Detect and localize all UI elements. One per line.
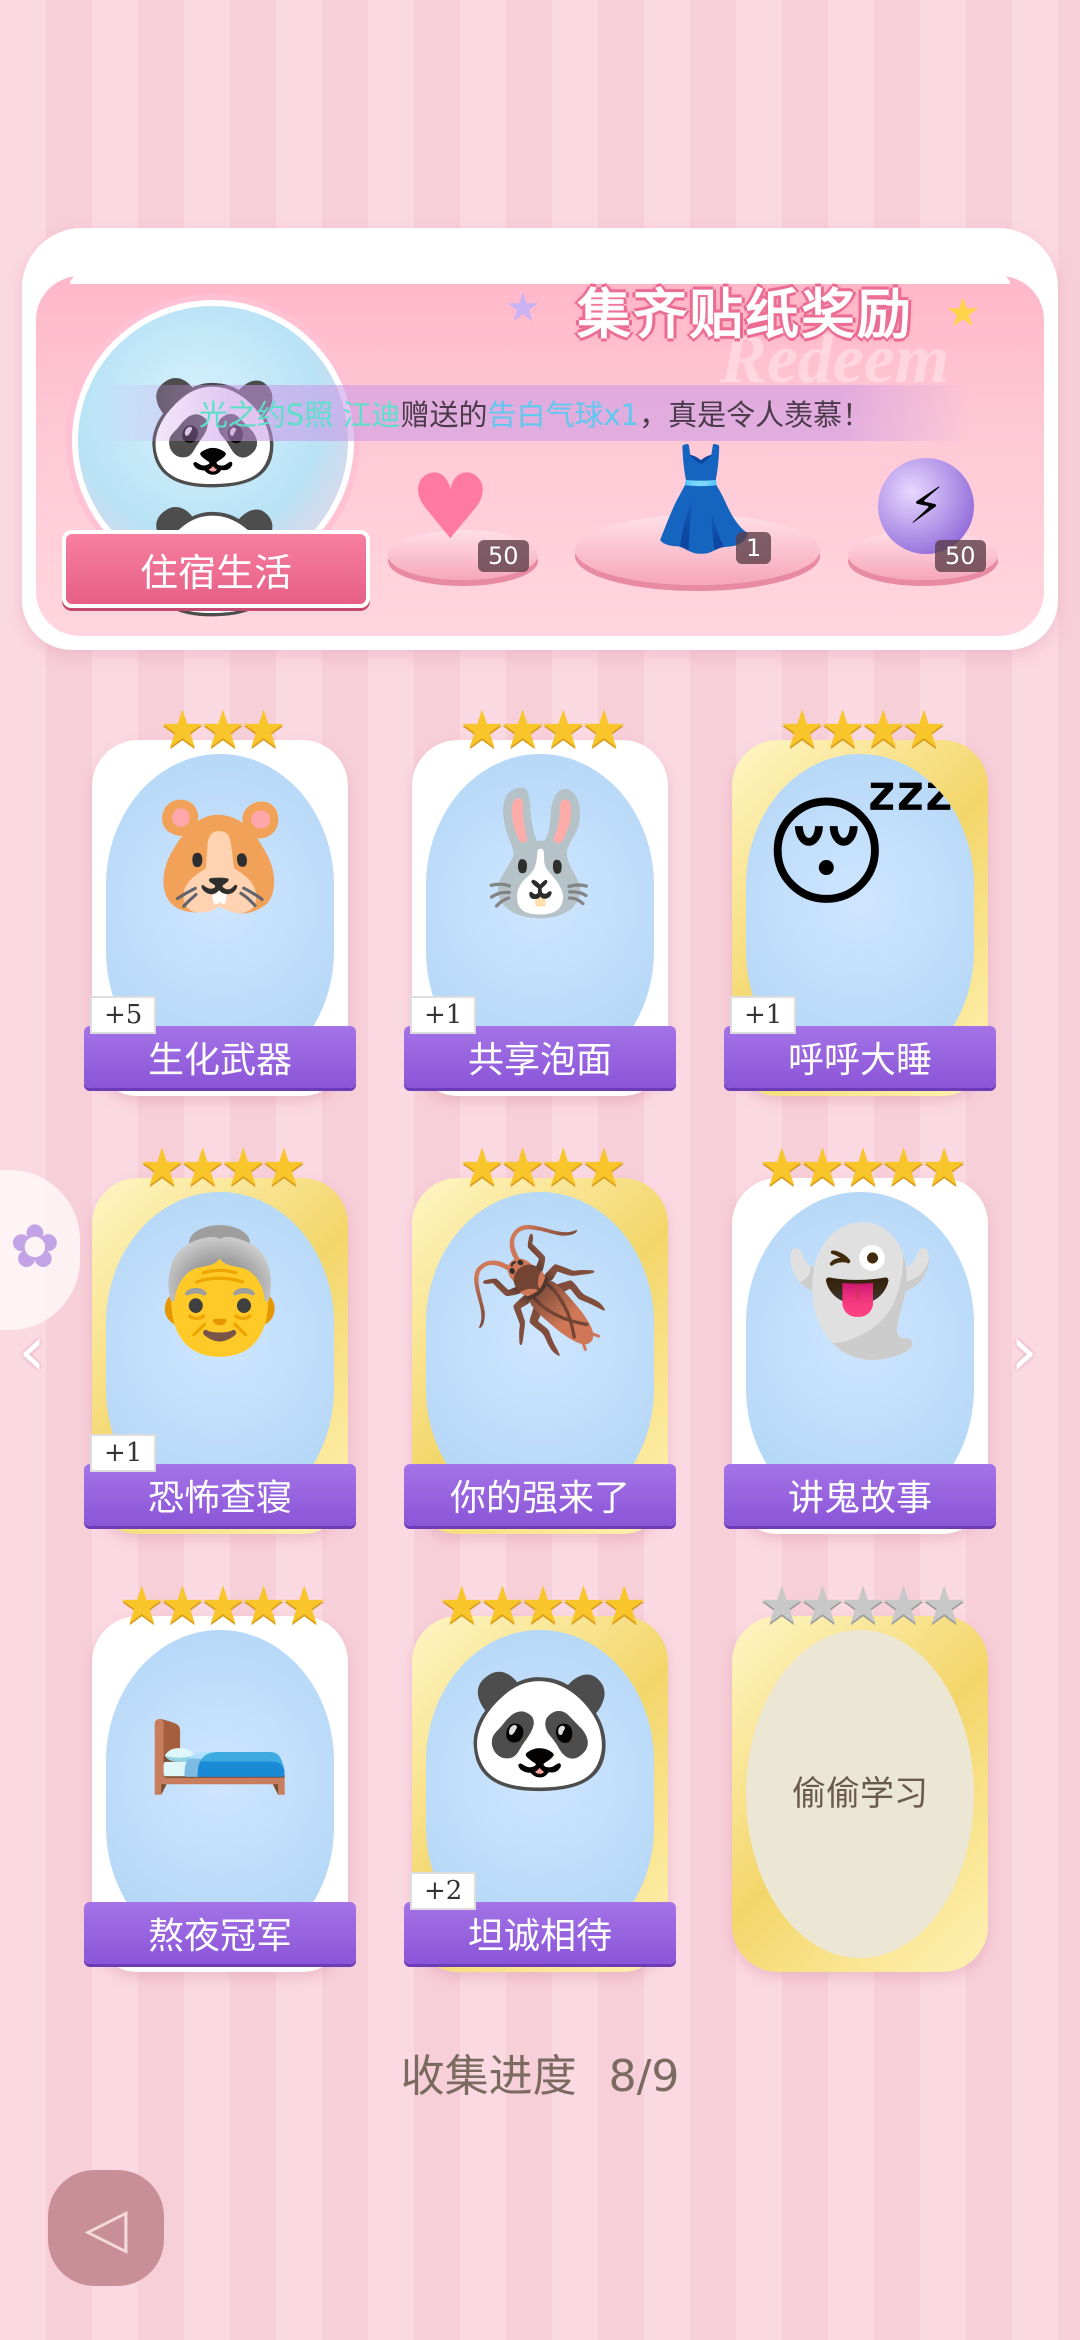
sticker-title: 偷偷学习 — [792, 1774, 928, 1814]
sticker-card[interactable]: ★★★★★ 👻 讲鬼故事 — [724, 1138, 996, 1534]
star-rating: ★★★★★ — [758, 1138, 967, 1198]
sticker-card[interactable]: ★★★★★ 🐼 坦诚相待 +2 — [404, 1576, 676, 1972]
reward-title: 集齐贴纸奖励 — [577, 281, 913, 346]
star-rating: ★★★★★ — [438, 1576, 647, 1636]
sticker-card[interactable]: ★★★★ 🐰 共享泡面 +1 — [404, 700, 676, 1096]
star-rating: ★★★★★ — [118, 1576, 327, 1636]
sticker-title: 讲鬼故事 — [724, 1464, 996, 1526]
sticker-title: 呼呼大睡 — [724, 1026, 996, 1088]
sticker-title: 你的强来了 — [404, 1464, 676, 1526]
sticker-card[interactable]: ★★★★ 🪳 你的强来了 — [404, 1138, 676, 1534]
duplicate-count: +5 — [90, 996, 157, 1034]
sticker-title: 共享泡面 — [404, 1026, 676, 1088]
back-icon: ◁ — [84, 2195, 128, 2261]
back-button[interactable]: ◁ — [48, 2170, 164, 2286]
star-decoration-icon: ★ — [505, 285, 541, 331]
broadcast-message: 光之约S照 江迪 赠送的 告白气球x1 ，真是令人羡慕！ — [100, 385, 970, 441]
star-rating: ★★★★ — [138, 1138, 307, 1198]
star-rating: ★★★★ — [458, 700, 627, 760]
broadcast-tail: ，真是令人羡慕！ — [639, 398, 872, 432]
reward-count: 50 — [935, 540, 986, 572]
reward-count: 1 — [736, 532, 772, 564]
sticker-card[interactable]: ★★★★★ 偷偷学习 — [732, 1576, 988, 1972]
sticker-card[interactable]: ★★★★★ 🛏️ 熬夜冠军 — [84, 1576, 356, 1972]
sticker-title: 恐怖查寝 — [84, 1464, 356, 1526]
star-rating: ★★★★ — [458, 1138, 627, 1198]
star-rating: ★★★★ — [778, 700, 947, 760]
chevron-right-icon[interactable]: › — [1010, 1310, 1038, 1392]
sticker-title: 生化武器 — [84, 1026, 356, 1088]
reward-count: 50 — [478, 540, 529, 572]
sticker-title: 熬夜冠军 — [84, 1902, 356, 1964]
side-tab[interactable]: ✿ — [0, 1170, 80, 1330]
broadcast-user: 光之约S照 江迪 — [198, 398, 401, 432]
duplicate-count: +1 — [90, 1434, 157, 1472]
duplicate-count: +2 — [410, 1872, 477, 1910]
chevron-left-icon[interactable]: ‹ — [18, 1310, 46, 1392]
album-label: 住宿生活 — [62, 530, 370, 608]
duplicate-count: +1 — [730, 996, 797, 1034]
progress-value: 8/9 — [608, 2051, 680, 2102]
star-rating: ★★★ — [159, 700, 287, 760]
collection-progress: 收集进度 8/9 — [0, 2040, 1080, 2104]
sticker-card[interactable]: ★★★★ 👵 恐怖查寝 +1 — [84, 1138, 356, 1534]
broadcast-item: 告白气球x1 — [487, 398, 640, 432]
sticker-card[interactable]: ★★★★ 😴 呼呼大睡 +1 — [724, 700, 996, 1096]
star-rating: ★★★★★ — [758, 1576, 967, 1636]
progress-label: 收集进度 — [400, 2051, 577, 2102]
star-decoration-icon: ★ — [945, 290, 981, 336]
broadcast-mid: 赠送的 — [400, 398, 488, 432]
sticker-card[interactable]: ★★★ 🐹 生化武器 +5 — [84, 700, 356, 1096]
sticker-title: 坦诚相待 — [404, 1902, 676, 1964]
duplicate-count: +1 — [410, 996, 477, 1034]
